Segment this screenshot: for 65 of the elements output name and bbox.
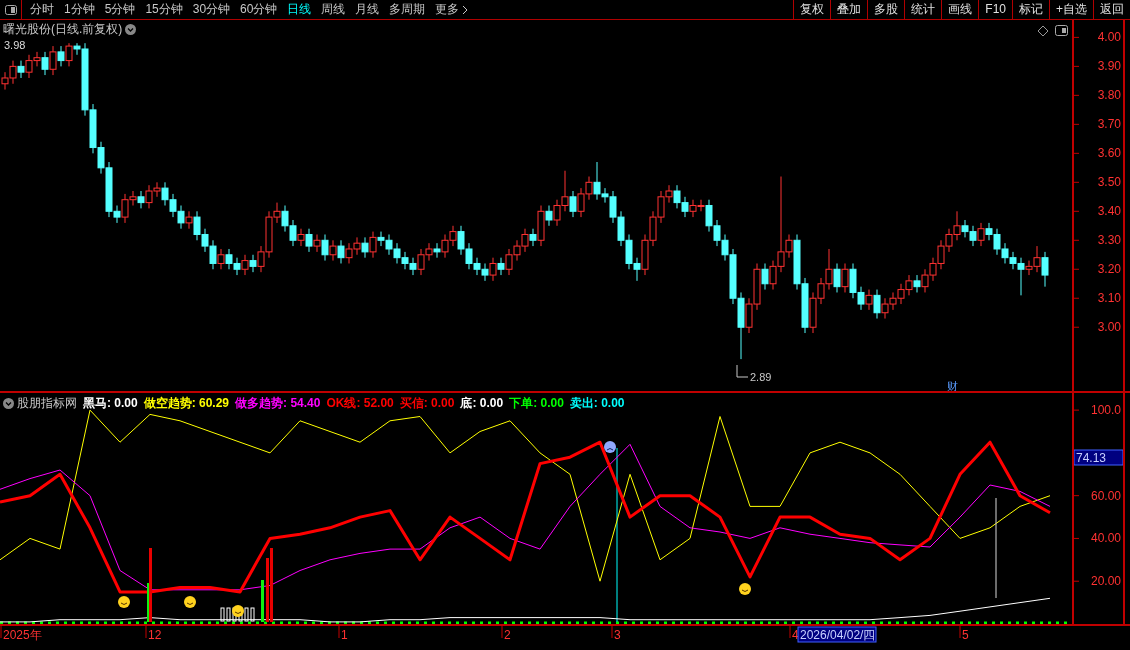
smiley-icon <box>184 596 196 608</box>
legend-label: 买信 <box>399 395 424 412</box>
panel-toggle-icon[interactable] <box>1055 25 1068 36</box>
time-axis-label: 1 <box>341 628 348 642</box>
period-tab[interactable]: 多周期 <box>384 0 431 19</box>
indicator-axis-label: 100.0 <box>1090 403 1121 418</box>
time-axis-label: 5 <box>962 628 969 642</box>
smiley-icon <box>739 583 751 595</box>
panel-toggle-icon[interactable] <box>4 4 17 15</box>
stock-title: 曙光股份(日线.前复权) <box>3 22 123 36</box>
price-axis-label: 3.70 <box>1097 117 1121 132</box>
legend-label: 做空趋势 <box>143 395 192 412</box>
dropdown-icon[interactable] <box>3 397 14 409</box>
price-axis-label: 3.50 <box>1097 175 1121 190</box>
indicator-name: 股朋指标网 <box>17 395 77 412</box>
legend-value: : 0.00 <box>423 395 455 412</box>
cursor-value-label: 74.13 <box>1074 449 1123 466</box>
indicator-axis-label: 60.00 <box>1090 488 1121 503</box>
price-axis-label: 3.10 <box>1097 291 1121 306</box>
legend-value: : 60.29 <box>191 395 230 412</box>
legend-label: OK线 <box>326 395 357 412</box>
price-axis-label: 3.00 <box>1097 320 1121 335</box>
time-axis-label: 4 <box>792 628 799 642</box>
time-axis-label: 3 <box>614 628 621 642</box>
indicator-axis-label: 20.00 <box>1090 574 1121 589</box>
high-price-marker: 3.98 <box>4 39 26 51</box>
period-tab[interactable]: 月线 <box>350 0 385 19</box>
price-axis-label: 3.80 <box>1097 88 1121 103</box>
time-axis-label: 2 <box>504 628 511 642</box>
frown-icon <box>604 441 616 453</box>
more-menu[interactable]: 更多 <box>430 0 474 19</box>
chevron-icon <box>462 4 469 15</box>
price-axis-label: 4.00 <box>1097 30 1121 45</box>
indicator-axis-label: 40.00 <box>1090 531 1121 546</box>
price-axis-label: 3.20 <box>1097 262 1121 277</box>
period-tab[interactable]: 1分钟 <box>59 0 100 19</box>
period-tab[interactable]: 30分钟 <box>187 0 236 19</box>
hollow-bars-drawing <box>220 607 255 622</box>
cursor-date-label: 2026/04/02/四 <box>797 626 877 643</box>
legend-value: : 0.00 <box>533 395 564 412</box>
price-axis-label: 3.90 <box>1097 59 1121 74</box>
period-tab[interactable]: 5分钟 <box>99 0 141 19</box>
price-axis-label: 3.30 <box>1097 233 1121 248</box>
legend-value: : 0.00 <box>107 395 138 412</box>
period-tab[interactable]: 分时 <box>25 0 59 19</box>
period-tab[interactable]: 周线 <box>316 0 351 19</box>
time-axis-label: 12 <box>148 628 162 642</box>
dropdown-icon[interactable] <box>125 23 137 35</box>
legend-label: 卖出 <box>569 395 594 412</box>
legend-value: : 0.00 <box>472 395 504 412</box>
legend-value: : 0.00 <box>593 395 625 412</box>
smiley-icon <box>118 596 130 608</box>
legend-label: 黑马 <box>83 395 107 412</box>
legend-label: 底 <box>460 395 473 412</box>
period-tab[interactable]: 15分钟 <box>140 0 188 19</box>
diamond-icon[interactable] <box>1037 25 1049 37</box>
price-axis-label: 3.40 <box>1097 204 1121 219</box>
event-tag[interactable]: 财 <box>947 380 958 391</box>
time-axis-label: 2025年 <box>3 628 42 642</box>
legend-value: : 52.00 <box>356 395 394 412</box>
price-axis-label: 3.60 <box>1097 146 1121 161</box>
smiley-icon <box>232 605 244 617</box>
period-tab[interactable]: 60分钟 <box>235 0 283 19</box>
period-tab[interactable]: 日线 <box>282 0 317 19</box>
legend-value: : 54.40 <box>283 395 321 412</box>
